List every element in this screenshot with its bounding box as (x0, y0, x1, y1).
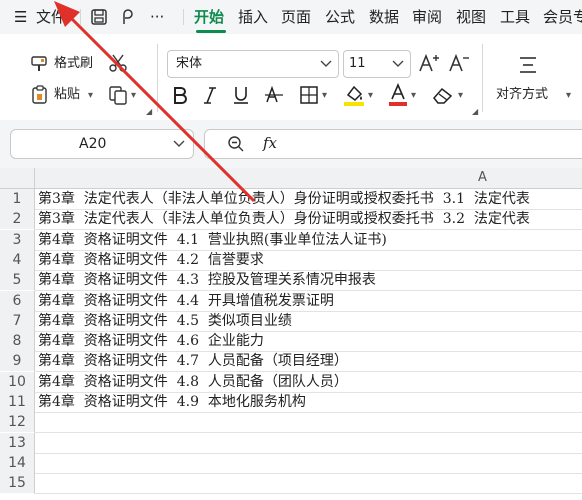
annotation-arrow (54, 1, 256, 203)
